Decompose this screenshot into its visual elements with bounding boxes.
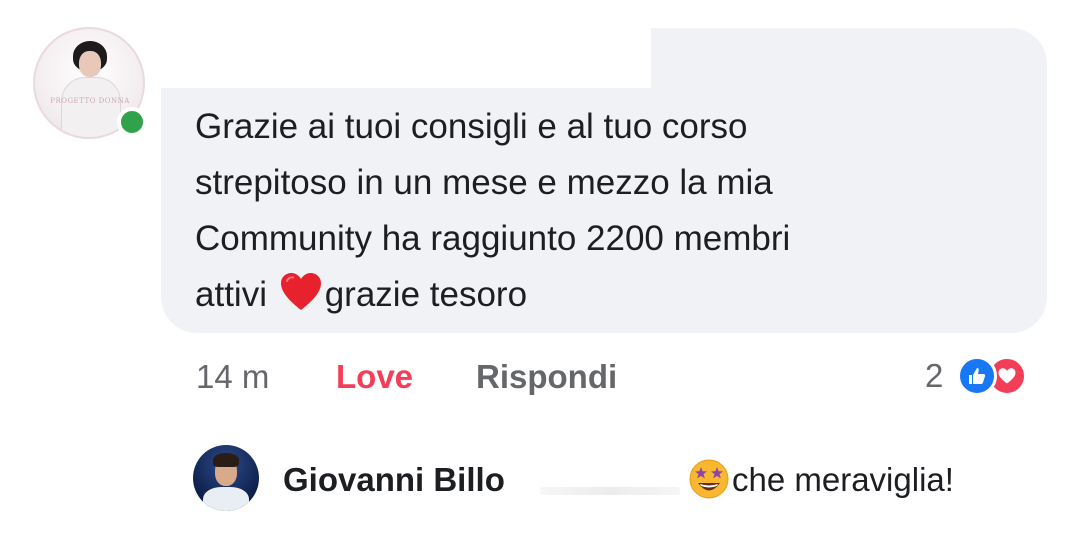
reply-author-name[interactable]: Giovanni Billo [283,458,505,502]
avatar-logo-text: PROGETTO DONNA [50,97,130,105]
red-heart-icon [279,272,323,310]
online-status-dot [117,107,147,137]
reaction-count: 2 [925,357,944,394]
comment-bubble-redacted-area [161,28,651,88]
reply-text: che meraviglia! [732,461,954,498]
comment-timestamp[interactable]: 14 m [196,355,269,399]
like-icon [957,356,997,396]
reply-author-avatar[interactable] [193,445,259,511]
reply-button[interactable]: Rispondi [476,355,617,399]
commenter-avatar-container[interactable]: PROGETTO DONNA [33,27,147,139]
star-struck-emoji-icon [688,458,730,500]
love-reaction-button[interactable]: Love [336,355,413,399]
redacted-area [540,487,680,495]
comment-text: Grazie ai tuoi consigli e al tuo corso s… [195,99,1015,323]
comment-thread: PROGETTO DONNA Grazie ai tuoi consigli e… [0,0,1080,544]
comment-text-end: grazie tesoro [324,275,528,314]
